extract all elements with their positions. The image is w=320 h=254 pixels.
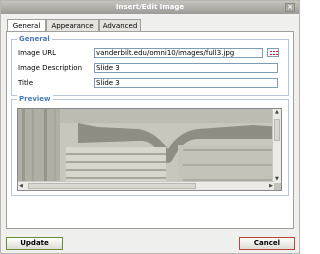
preview-vertical-scrollbar[interactable]: ▲ ▼ bbox=[272, 109, 281, 183]
dialog-titlebar[interactable]: Insert/Edit Image × bbox=[1, 1, 299, 14]
tab-advanced[interactable]: Advanced bbox=[99, 19, 141, 31]
image-preview[interactable]: ▲ ▼ ◀ ▶ bbox=[17, 108, 282, 191]
general-fieldset: General Image URL vanderbilt.edu/omni10/… bbox=[11, 35, 289, 96]
image-url-label: Image URL bbox=[18, 49, 57, 57]
image-description-input[interactable]: Slide 3 bbox=[94, 63, 278, 73]
preview-legend: Preview bbox=[17, 95, 53, 104]
update-button[interactable]: Update bbox=[6, 237, 63, 250]
scroll-down-icon[interactable]: ▼ bbox=[275, 176, 279, 183]
tab-panel-general: General Image URL vanderbilt.edu/omni10/… bbox=[6, 31, 294, 229]
preview-fieldset: Preview ▲ ▼ ◀ ▶ bbox=[11, 95, 289, 196]
scroll-left-icon[interactable]: ◀ bbox=[19, 183, 23, 190]
insert-edit-image-dialog: Insert/Edit Image × General Appearance A… bbox=[0, 0, 300, 254]
cancel-button[interactable]: Cancel bbox=[239, 237, 295, 250]
image-description-label: Image Description bbox=[18, 64, 83, 72]
tab-appearance[interactable]: Appearance bbox=[46, 19, 99, 31]
general-legend: General bbox=[17, 35, 52, 44]
preview-image bbox=[18, 109, 281, 190]
horizontal-scroll-thumb[interactable] bbox=[28, 183, 196, 189]
image-url-input[interactable]: vanderbilt.edu/omni10/images/full3.jpg bbox=[94, 48, 263, 58]
scroll-up-icon[interactable]: ▲ bbox=[275, 109, 279, 116]
dialog-title: Insert/Edit Image bbox=[115, 3, 185, 11]
vertical-scroll-thumb[interactable] bbox=[274, 119, 280, 141]
close-icon[interactable]: × bbox=[285, 3, 295, 12]
title-input[interactable]: Slide 3 bbox=[94, 78, 278, 88]
browse-image-icon[interactable] bbox=[267, 48, 279, 57]
preview-horizontal-scrollbar[interactable]: ◀ ▶ bbox=[18, 181, 274, 190]
title-label: Title bbox=[18, 79, 34, 87]
scroll-right-icon[interactable]: ▶ bbox=[269, 183, 273, 190]
